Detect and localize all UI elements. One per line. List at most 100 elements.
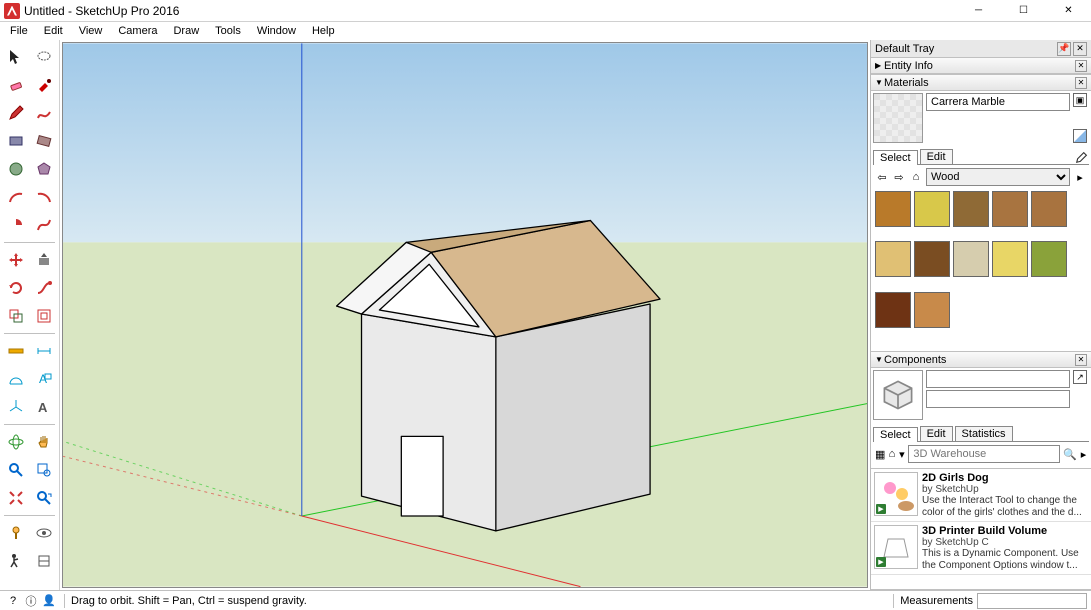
eyedropper-icon[interactable]	[1075, 150, 1089, 164]
material-library-select[interactable]: Wood	[926, 168, 1070, 186]
menu-draw[interactable]: Draw	[165, 23, 207, 39]
tool-rotate[interactable]	[5, 277, 27, 299]
material-swatch[interactable]	[953, 191, 989, 227]
menu-window[interactable]: Window	[249, 23, 304, 39]
info-icon[interactable]: ⓘ	[22, 592, 40, 610]
menu-help[interactable]: Help	[304, 23, 343, 39]
material-preview[interactable]	[873, 93, 923, 143]
menu-tools[interactable]: Tools	[207, 23, 249, 39]
tool-dimension[interactable]	[33, 340, 55, 362]
create-material-button[interactable]: ▣	[1073, 93, 1087, 107]
material-swatch[interactable]	[914, 241, 950, 277]
tool-lasso[interactable]	[33, 46, 55, 68]
tool-pushpull[interactable]	[33, 249, 55, 271]
tool-select[interactable]	[5, 46, 27, 68]
tool-arc2[interactable]	[33, 186, 55, 208]
panel-close-icon[interactable]: ✕	[1075, 60, 1087, 72]
material-swatch[interactable]	[992, 241, 1028, 277]
panel-close-icon[interactable]: ✕	[1075, 77, 1087, 89]
panel-components-header[interactable]: ▼ Components ✕	[871, 352, 1091, 368]
material-swatch[interactable]	[875, 191, 911, 227]
component-item[interactable]: ▶2D Girls Dogby SketchUpUse the Interact…	[871, 469, 1091, 522]
tool-paint[interactable]	[33, 74, 55, 96]
tool-rectangle[interactable]	[5, 130, 27, 152]
tool-rot-rect[interactable]	[33, 130, 55, 152]
tool-prev[interactable]	[33, 487, 55, 509]
help-icon[interactable]: ?	[4, 592, 22, 610]
tab-select[interactable]: Select	[873, 427, 918, 442]
tool-pencil[interactable]	[5, 102, 27, 124]
material-swatch[interactable]	[992, 191, 1028, 227]
component-preview[interactable]	[873, 370, 923, 420]
tool-protractor[interactable]	[5, 368, 27, 390]
component-list[interactable]: ▶2D Girls Dogby SketchUpUse the Interact…	[871, 468, 1091, 578]
tool-walk[interactable]	[5, 550, 27, 572]
dropdown-icon[interactable]: ▾	[898, 447, 905, 461]
library-menu-icon[interactable]: ▸	[1073, 170, 1087, 184]
tool-bezier[interactable]	[33, 214, 55, 236]
material-name-input[interactable]	[926, 93, 1070, 111]
material-swatch[interactable]	[953, 241, 989, 277]
tool-3dtext[interactable]: A	[33, 396, 55, 418]
component-desc-input[interactable]	[926, 390, 1070, 408]
material-swatch[interactable]	[914, 191, 950, 227]
component-name-input[interactable]	[926, 370, 1070, 388]
tool-text[interactable]: A	[33, 368, 55, 390]
panel-materials-header[interactable]: ▼ Materials ✕	[871, 75, 1091, 91]
tool-orbit[interactable]	[5, 431, 27, 453]
tool-polygon[interactable]	[33, 158, 55, 180]
tray-close-icon[interactable]: ✕	[1073, 42, 1087, 56]
tool-move[interactable]	[5, 249, 27, 271]
tool-freehand[interactable]	[33, 102, 55, 124]
minimize-button[interactable]: ─	[956, 0, 1001, 22]
tab-edit[interactable]: Edit	[920, 426, 953, 441]
nav-fwd-icon[interactable]: ⇨	[892, 170, 906, 184]
tool-pan[interactable]	[33, 431, 55, 453]
tool-section[interactable]	[33, 550, 55, 572]
tray-pin-icon[interactable]: 📌	[1057, 42, 1071, 56]
menu-edit[interactable]: Edit	[36, 23, 71, 39]
component-replace-button[interactable]: ↗	[1073, 370, 1087, 384]
panel-close-icon[interactable]: ✕	[1075, 354, 1087, 366]
menu-view[interactable]: View	[71, 23, 111, 39]
tool-scale[interactable]	[5, 305, 27, 327]
nav-back-icon[interactable]: ⇦	[875, 170, 889, 184]
menu-file[interactable]: File	[2, 23, 36, 39]
tool-position[interactable]	[5, 522, 27, 544]
tool-tape[interactable]	[5, 340, 27, 362]
tool-zoom[interactable]	[5, 459, 27, 481]
user-icon[interactable]: 👤	[40, 592, 58, 610]
maximize-button[interactable]: ☐	[1001, 0, 1046, 22]
panel-entity-info-header[interactable]: ▶ Entity Info ✕	[871, 58, 1091, 74]
tool-zoomext[interactable]	[5, 487, 27, 509]
tab-statistics[interactable]: Statistics	[955, 426, 1013, 441]
home-icon[interactable]: ⌂	[909, 170, 923, 184]
tab-edit[interactable]: Edit	[920, 149, 953, 164]
tool-offset[interactable]	[33, 305, 55, 327]
measurements-input[interactable]	[977, 593, 1087, 609]
tool-arc[interactable]	[5, 186, 27, 208]
material-swatch[interactable]	[914, 292, 950, 328]
component-search-input[interactable]	[908, 445, 1060, 463]
material-swatch[interactable]	[1031, 191, 1067, 227]
component-item[interactable]: ▶3D Printer Build Volumeby SketchUp CThi…	[871, 522, 1091, 575]
default-material-button[interactable]	[1073, 129, 1087, 143]
tray-header[interactable]: Default Tray 📌 ✕	[871, 40, 1091, 58]
material-swatch[interactable]	[875, 292, 911, 328]
home-icon[interactable]: ⌂	[888, 447, 895, 461]
tool-zoomwin[interactable]	[33, 459, 55, 481]
close-button[interactable]: ✕	[1046, 0, 1091, 22]
tool-followme[interactable]	[33, 277, 55, 299]
library-menu-icon[interactable]: ▸	[1080, 447, 1087, 461]
viewport[interactable]	[62, 42, 868, 588]
menu-camera[interactable]: Camera	[110, 23, 165, 39]
tool-look[interactable]	[33, 522, 55, 544]
tab-select[interactable]: Select	[873, 150, 918, 165]
tool-pie[interactable]	[5, 214, 27, 236]
tool-circle[interactable]	[5, 158, 27, 180]
material-swatch[interactable]	[875, 241, 911, 277]
search-icon[interactable]: 🔍	[1063, 447, 1077, 461]
tool-axes[interactable]	[5, 396, 27, 418]
view-mode-icon[interactable]: ▦	[875, 447, 885, 461]
tool-eraser[interactable]	[5, 74, 27, 96]
